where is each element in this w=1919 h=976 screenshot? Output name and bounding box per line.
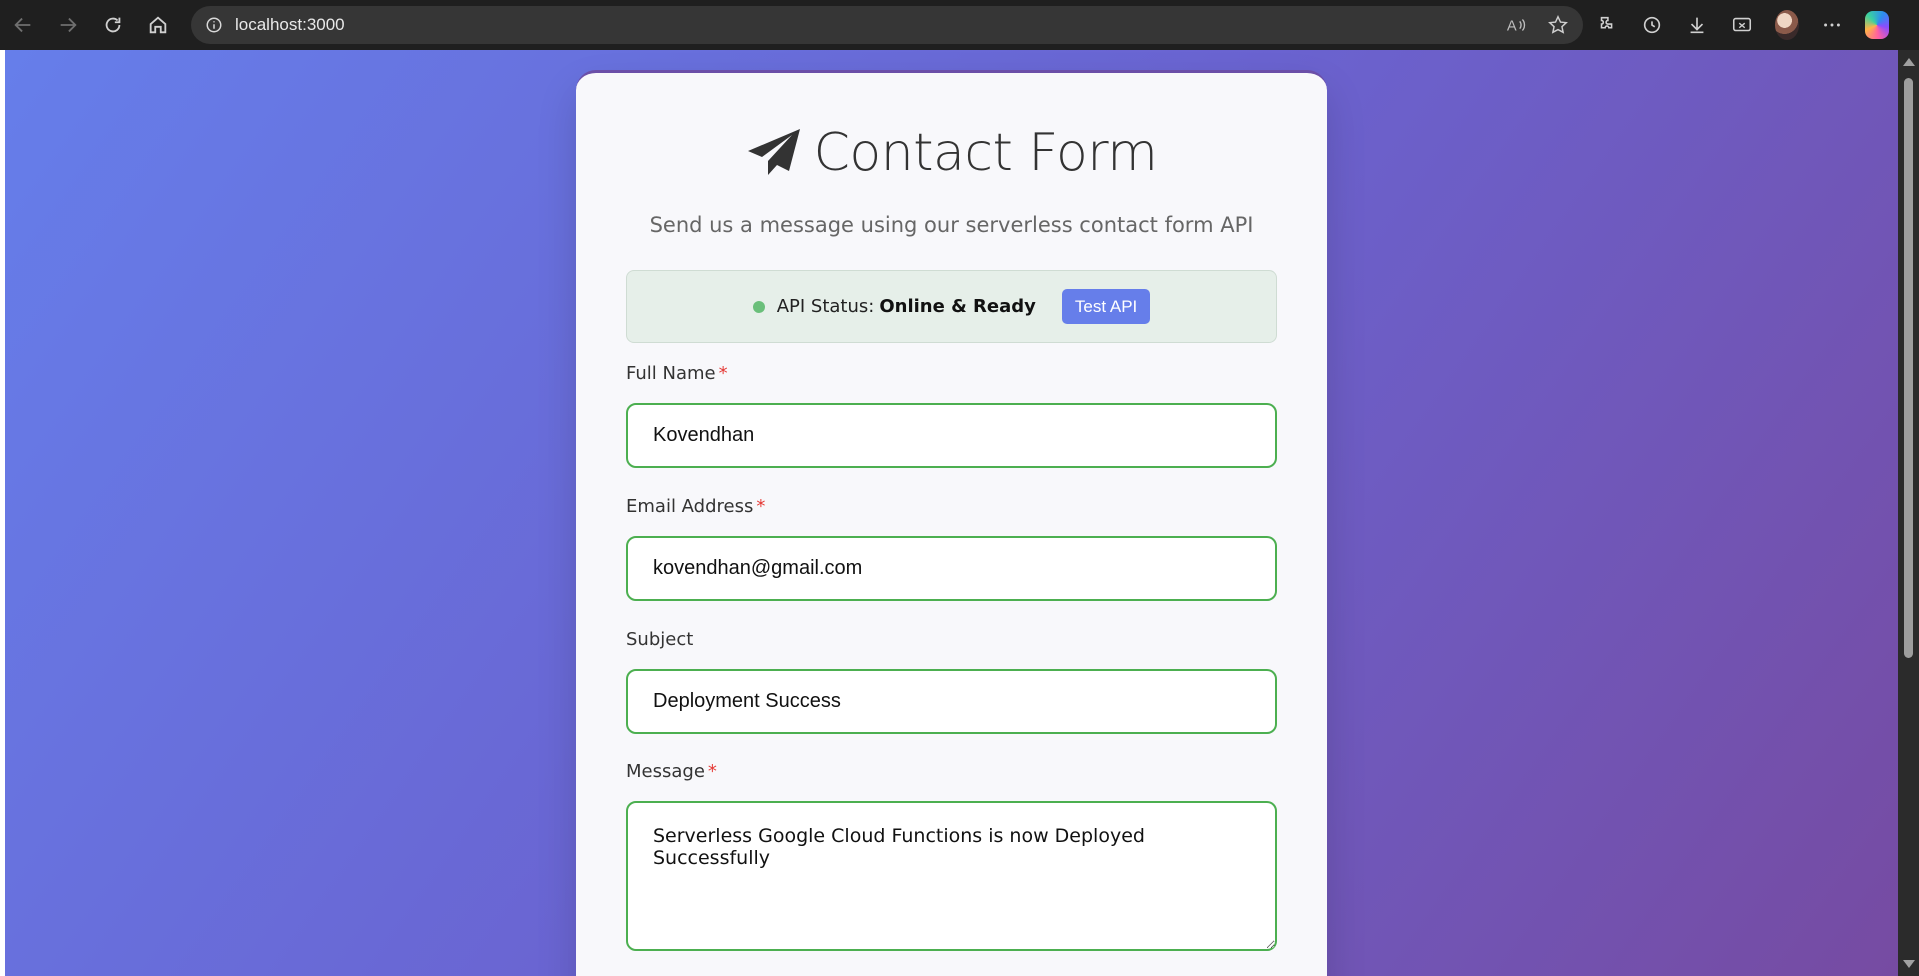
- required-marker: *: [707, 761, 717, 782]
- full-name-input[interactable]: [626, 403, 1277, 468]
- address-bar[interactable]: localhost:3000 A: [191, 6, 1583, 44]
- back-button[interactable]: [0, 0, 45, 50]
- required-marker: *: [718, 363, 728, 384]
- puzzle-icon: [1600, 16, 1613, 29]
- svg-text:A: A: [1507, 19, 1517, 35]
- page-scrollbar[interactable]: [1898, 50, 1919, 976]
- profile-button[interactable]: [1775, 10, 1799, 40]
- email-input[interactable]: [626, 536, 1277, 601]
- more-dots-icon: [1824, 23, 1840, 27]
- url-text[interactable]: localhost:3000: [235, 15, 345, 35]
- scroll-up-arrow-icon[interactable]: [1903, 58, 1915, 66]
- home-icon: [149, 16, 166, 34]
- message-label-text: Message: [626, 761, 705, 782]
- paper-plane-icon: [747, 129, 800, 175]
- favorite-star-icon[interactable]: [1547, 14, 1569, 36]
- more-options-button[interactable]: [1820, 13, 1844, 37]
- browser-toolbar-actions: [1595, 0, 1889, 50]
- read-aloud-icon[interactable]: A: [1505, 14, 1527, 36]
- status-value: Online & Ready: [879, 296, 1036, 317]
- full-name-label: Full Name *: [626, 363, 728, 384]
- email-label-text: Email Address: [626, 496, 754, 517]
- refresh-button[interactable]: [90, 0, 135, 50]
- browser-toolbar: localhost:3000 A: [0, 0, 1919, 50]
- copilot-button[interactable]: [1865, 11, 1889, 39]
- home-button[interactable]: [135, 0, 180, 50]
- forward-button[interactable]: [45, 0, 90, 50]
- subject-input[interactable]: [626, 669, 1277, 734]
- back-arrow-icon: [13, 17, 30, 33]
- page-viewport: Contact Form Send us a message using our…: [5, 50, 1898, 976]
- history-button[interactable]: [1640, 13, 1664, 37]
- extensions-button[interactable]: [1595, 13, 1619, 37]
- subject-label-text: Subject: [626, 629, 694, 650]
- contact-form-card: Contact Form Send us a message using our…: [576, 70, 1327, 976]
- status-label: API Status:: [776, 296, 875, 317]
- title-row: Contact Form: [576, 123, 1327, 183]
- copilot-icon: [1865, 11, 1889, 39]
- subject-label: Subject: [626, 629, 693, 650]
- screenshot-icon: [1732, 17, 1752, 32]
- history-icon: [1643, 16, 1661, 34]
- refresh-icon: [105, 17, 120, 33]
- scroll-down-arrow-icon[interactable]: [1903, 960, 1915, 968]
- site-info-icon[interactable]: [205, 16, 223, 34]
- page-subtitle: Send us a message using our serverless c…: [649, 213, 1254, 237]
- api-status-panel: API Status: Online & Ready Test API: [626, 270, 1277, 343]
- scroll-thumb[interactable]: [1904, 78, 1913, 658]
- avatar: [1775, 10, 1799, 40]
- page-title: Contact Form: [813, 123, 1158, 183]
- downloads-button[interactable]: [1685, 13, 1709, 37]
- download-icon: [1690, 17, 1704, 34]
- screenshot-button[interactable]: [1730, 13, 1754, 37]
- email-label: Email Address *: [626, 496, 765, 517]
- forward-arrow-icon: [60, 17, 77, 33]
- status-indicator-dot: [752, 300, 765, 313]
- full-name-label-text: Full Name: [626, 363, 716, 384]
- required-marker: *: [756, 496, 766, 517]
- message-textarea[interactable]: Serverless Google Cloud Functions is now…: [626, 801, 1277, 951]
- message-label: Message *: [626, 761, 717, 782]
- test-api-button[interactable]: Test API: [1061, 289, 1151, 324]
